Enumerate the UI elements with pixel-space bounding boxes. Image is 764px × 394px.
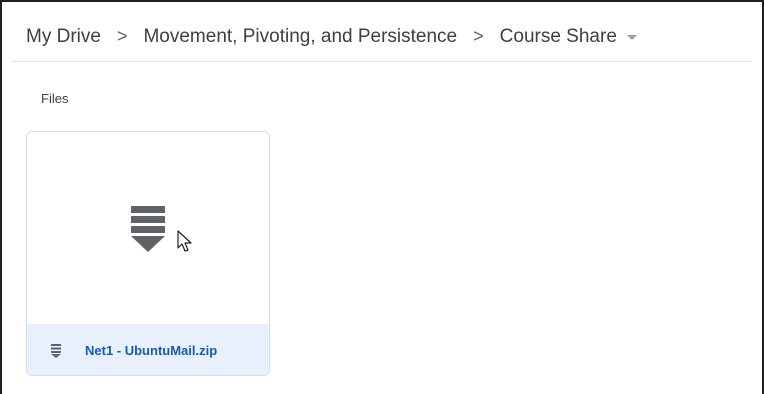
file-footer[interactable]: Net1 - UbuntuMail.zip: [27, 324, 269, 375]
files-section-label: Files: [41, 91, 69, 106]
file-name[interactable]: Net1 - UbuntuMail.zip: [85, 343, 217, 358]
breadcrumb-separator: >: [473, 26, 484, 46]
breadcrumb-separator: >: [116, 26, 128, 46]
zip-file-icon: [131, 206, 165, 252]
breadcrumb-item-course-share[interactable]: Course Share: [500, 26, 617, 48]
file-card[interactable]: Net1 - UbuntuMail.zip: [26, 131, 270, 376]
chevron-down-icon[interactable]: [626, 35, 637, 40]
zip-file-icon: [51, 343, 61, 358]
breadcrumb-item-movement-pivoting-persistence[interactable]: Movement, Pivoting, and Persistence: [143, 26, 457, 48]
drive-window: My Drive > Movement, Pivoting, and Persi…: [0, 0, 764, 394]
breadcrumb: My Drive > Movement, Pivoting, and Persi…: [12, 12, 752, 62]
mouse-cursor-icon: [177, 230, 192, 252]
breadcrumb-item-my-drive[interactable]: My Drive: [26, 26, 101, 48]
file-preview[interactable]: [27, 132, 269, 324]
